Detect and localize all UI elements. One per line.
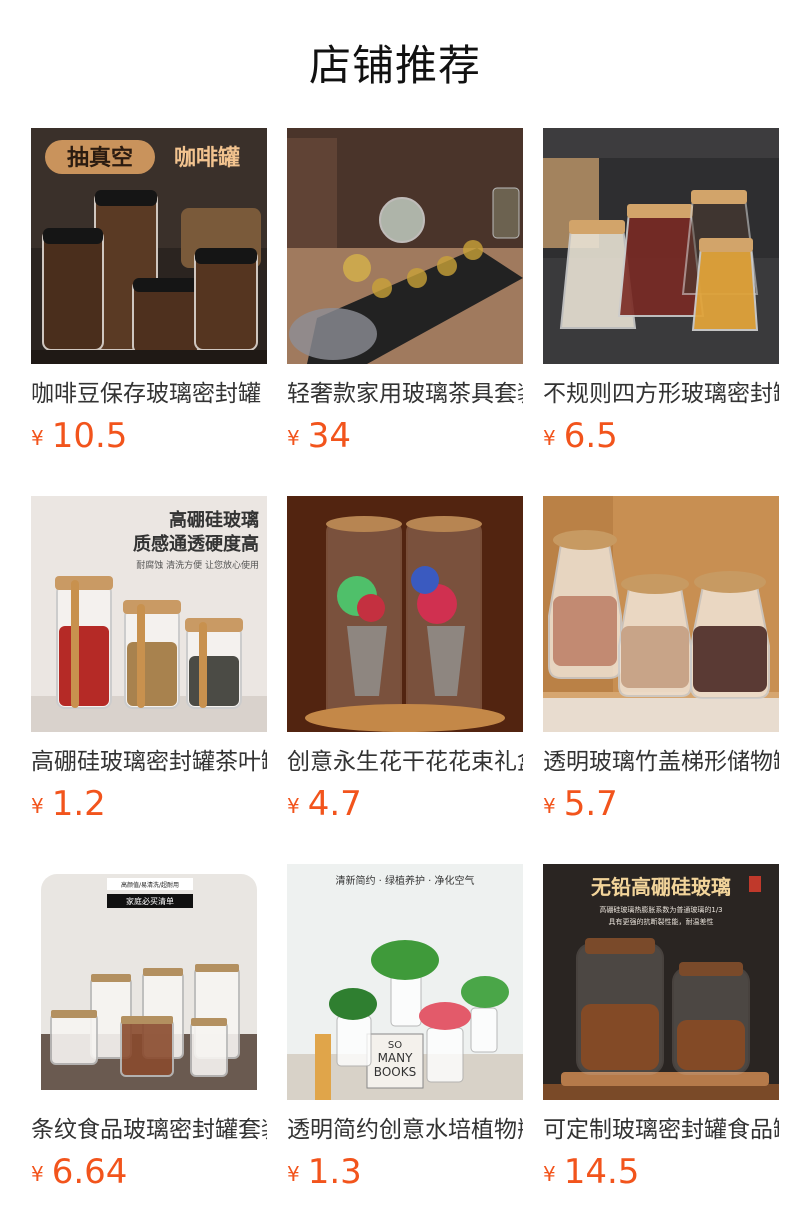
product-name[interactable]: 高硼硅玻璃密封罐茶叶罐 (31, 744, 267, 780)
price-value: 6.64 (51, 1152, 128, 1192)
product-card[interactable]: 不规则四方形玻璃密封罐 ¥6.5 (543, 128, 779, 468)
price-value: 6.5 (563, 416, 618, 456)
product-card[interactable]: 创意永生花干花花束礼盒 ¥4.7 (287, 496, 523, 836)
overlay-line-1: 清新简约 · 绿植养护 · 净化空气 (335, 874, 474, 887)
product-price: ¥6.64 (31, 1150, 127, 1194)
striped-jars-image[interactable]: 高颜值/易清洗/超耐用 家庭必买清单 (31, 864, 267, 1100)
product-price: ¥5.7 (543, 782, 618, 826)
price-value: 34 (307, 416, 351, 456)
overlay-line-3: 耐腐蚀 清洗方便 让您放心使用 (136, 559, 259, 571)
product-card[interactable]: 高硼硅玻璃 质感通透硬度高 耐腐蚀 清洗方便 让您放心使用 高硼硅玻璃密封罐茶叶… (31, 496, 267, 836)
price-value: 1.3 (307, 1152, 362, 1192)
product-name[interactable]: 透明简约创意水培植物瓶 (287, 1112, 523, 1148)
currency-symbol: ¥ (543, 794, 556, 818)
price-value: 5.7 (563, 784, 618, 824)
tag-2: 家庭必买清单 (126, 896, 174, 906)
price-value: 1.2 (51, 784, 106, 824)
product-card[interactable]: 高颜值/易清洗/超耐用 家庭必买清单 条纹食品玻璃密封罐套装 ¥6.64 (31, 864, 267, 1204)
hydroponic-plant-image[interactable]: 清新简约 · 绿植养护 · 净化空气 SO MANY BOOKS (287, 864, 523, 1100)
product-name[interactable]: 可定制玻璃密封罐食品罐 (543, 1112, 779, 1148)
product-name[interactable]: 不规则四方形玻璃密封罐 (543, 376, 779, 412)
currency-symbol: ¥ (287, 426, 300, 450)
product-name[interactable]: 创意永生花干花花束礼盒 (287, 744, 523, 780)
price-value: 4.7 (307, 784, 362, 824)
overlay-line-1: 无铅高硼硅玻璃 (591, 875, 731, 899)
product-name[interactable]: 条纹食品玻璃密封罐套装 (31, 1112, 267, 1148)
product-price: ¥10.5 (31, 414, 127, 458)
currency-symbol: ¥ (31, 794, 44, 818)
currency-symbol: ¥ (543, 426, 556, 450)
overlay-line-1: 高硼硅玻璃 (169, 509, 259, 531)
product-card[interactable]: 透明玻璃竹盖梯形储物罐 ¥5.7 (543, 496, 779, 836)
overlay-line-2: 高硼硅玻璃热膨胀系数为普通玻璃的1/3 (599, 905, 722, 914)
currency-symbol: ¥ (287, 794, 300, 818)
currency-symbol: ¥ (287, 1162, 300, 1186)
badge-text: 抽真空 (67, 145, 133, 171)
tea-set-image[interactable] (287, 128, 523, 364)
book-text-2: MANY (378, 1051, 414, 1065)
product-card[interactable]: 无铅高硼硅玻璃 高硼硅玻璃热膨胀系数为普通玻璃的1/3 具有更强的抗断裂性能，耐… (543, 864, 779, 1204)
product-name[interactable]: 轻奢款家用玻璃茶具套装 (287, 376, 523, 412)
tag-1: 高颜值/易清洗/超耐用 (121, 881, 179, 889)
overlay-text: 咖啡罐 (174, 145, 240, 171)
currency-symbol: ¥ (31, 426, 44, 450)
price-value: 14.5 (563, 1152, 640, 1192)
product-price: ¥14.5 (543, 1150, 639, 1194)
product-price: ¥6.5 (543, 414, 618, 458)
coffee-jar-image[interactable]: 抽真空 咖啡罐 (31, 128, 267, 364)
square-jars-image[interactable] (543, 128, 779, 364)
product-price: ¥1.2 (31, 782, 106, 826)
overlay-line-2: 质感通透硬度高 (133, 533, 259, 555)
currency-symbol: ¥ (543, 1162, 556, 1186)
preserved-flower-image[interactable] (287, 496, 523, 732)
product-card[interactable]: 轻奢款家用玻璃茶具套装 ¥34 (287, 128, 523, 468)
book-text-1: SO (388, 1040, 402, 1051)
nut-jars-image[interactable] (543, 496, 779, 732)
product-price: ¥4.7 (287, 782, 362, 826)
page-title: 店铺推荐 (308, 41, 481, 90)
product-card[interactable]: 清新简约 · 绿植养护 · 净化空气 SO MANY BOOKS 透明简约创意水… (287, 864, 523, 1204)
product-price: ¥34 (287, 414, 351, 458)
product-name[interactable]: 透明玻璃竹盖梯形储物罐 (543, 744, 779, 780)
price-value: 10.5 (51, 416, 128, 456)
product-name[interactable]: 咖啡豆保存玻璃密封罐 (31, 376, 267, 412)
overlay-line-3: 具有更强的抗断裂性能，耐温差性 (609, 917, 714, 926)
book-text-3: BOOKS (374, 1065, 416, 1079)
product-price: ¥1.3 (287, 1150, 362, 1194)
lead-free-jars-image[interactable]: 无铅高硼硅玻璃 高硼硅玻璃热膨胀系数为普通玻璃的1/3 具有更强的抗断裂性能，耐… (543, 864, 779, 1100)
product-card[interactable]: 抽真空 咖啡罐 咖啡豆保存玻璃密封罐 ¥10.5 (31, 128, 267, 468)
currency-symbol: ¥ (31, 1162, 44, 1186)
spice-jars-image[interactable]: 高硼硅玻璃 质感通透硬度高 耐腐蚀 清洗方便 让您放心使用 (31, 496, 267, 732)
